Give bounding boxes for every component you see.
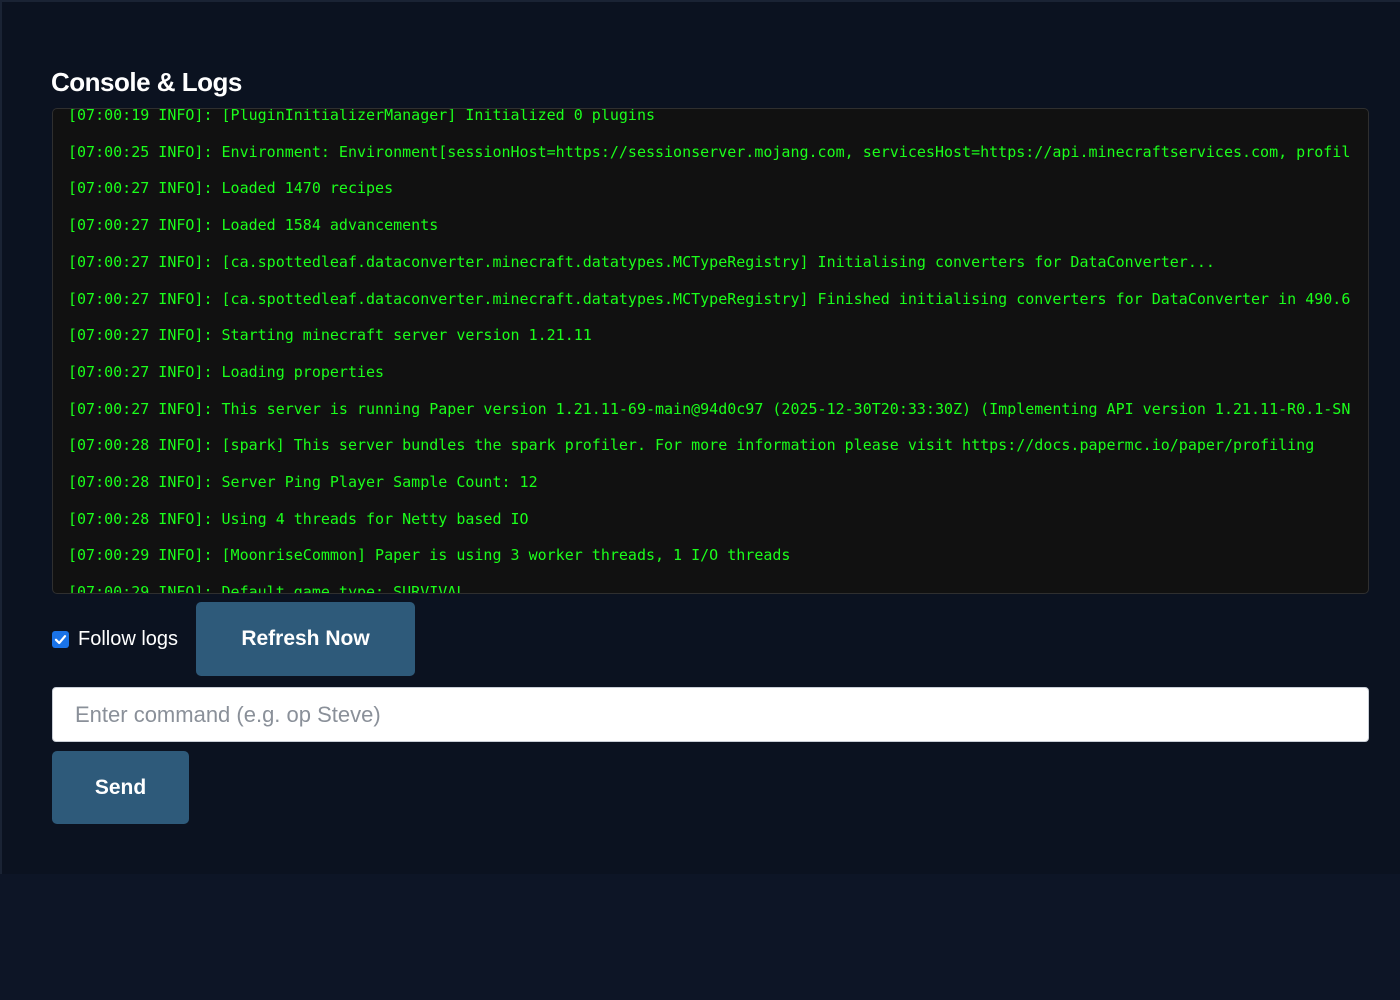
log-line: [07:00:28 INFO]: [spark] This server bun… xyxy=(68,436,1315,455)
log-line: [07:00:25 INFO]: Environment: Environmen… xyxy=(68,142,1351,161)
log-line: [07:00:29 INFO]: Default game type: SURV… xyxy=(68,583,466,594)
log-lines: [07:00:19 INFO]: [PluginInitializerManag… xyxy=(68,108,1351,594)
log-line: [07:00:19 INFO]: [PluginInitializerManag… xyxy=(68,108,655,124)
page-title: Console & Logs xyxy=(51,67,242,97)
log-line: [07:00:27 INFO]: Loading properties xyxy=(68,362,385,381)
log-console[interactable]: [07:00:19 INFO]: [PluginInitializerManag… xyxy=(52,108,1369,594)
log-line: [07:00:28 INFO]: Using 4 threads for Net… xyxy=(68,509,529,528)
send-button[interactable]: Send xyxy=(52,751,189,824)
log-line: [07:00:27 INFO]: [ca.spottedleaf.datacon… xyxy=(68,289,1351,308)
follow-logs-label: Follow logs xyxy=(78,628,179,650)
follow-logs-toggle[interactable]: Follow logs xyxy=(52,627,178,651)
console-panel: Console & Logs [07:00:19 INFO]: [PluginI… xyxy=(0,0,1400,874)
log-line: [07:00:27 INFO]: Loaded 1584 advancement… xyxy=(68,216,439,235)
log-line: [07:00:28 INFO]: Server Ping Player Samp… xyxy=(68,473,538,492)
follow-logs-checkbox[interactable] xyxy=(52,630,69,648)
log-line: [07:00:27 INFO]: Starting minecraft serv… xyxy=(68,326,592,345)
checkmark-icon xyxy=(54,634,67,644)
log-line: [07:00:27 INFO]: Loaded 1470 recipes xyxy=(68,179,394,198)
command-input[interactable] xyxy=(52,687,1369,742)
log-line: [07:00:27 INFO]: This server is running … xyxy=(68,399,1351,418)
refresh-now-button[interactable]: Refresh Now xyxy=(196,602,415,676)
log-line: [07:00:29 INFO]: [MoonriseCommon] Paper … xyxy=(68,546,791,565)
log-line: [07:00:27 INFO]: [ca.spottedleaf.datacon… xyxy=(68,252,1215,271)
